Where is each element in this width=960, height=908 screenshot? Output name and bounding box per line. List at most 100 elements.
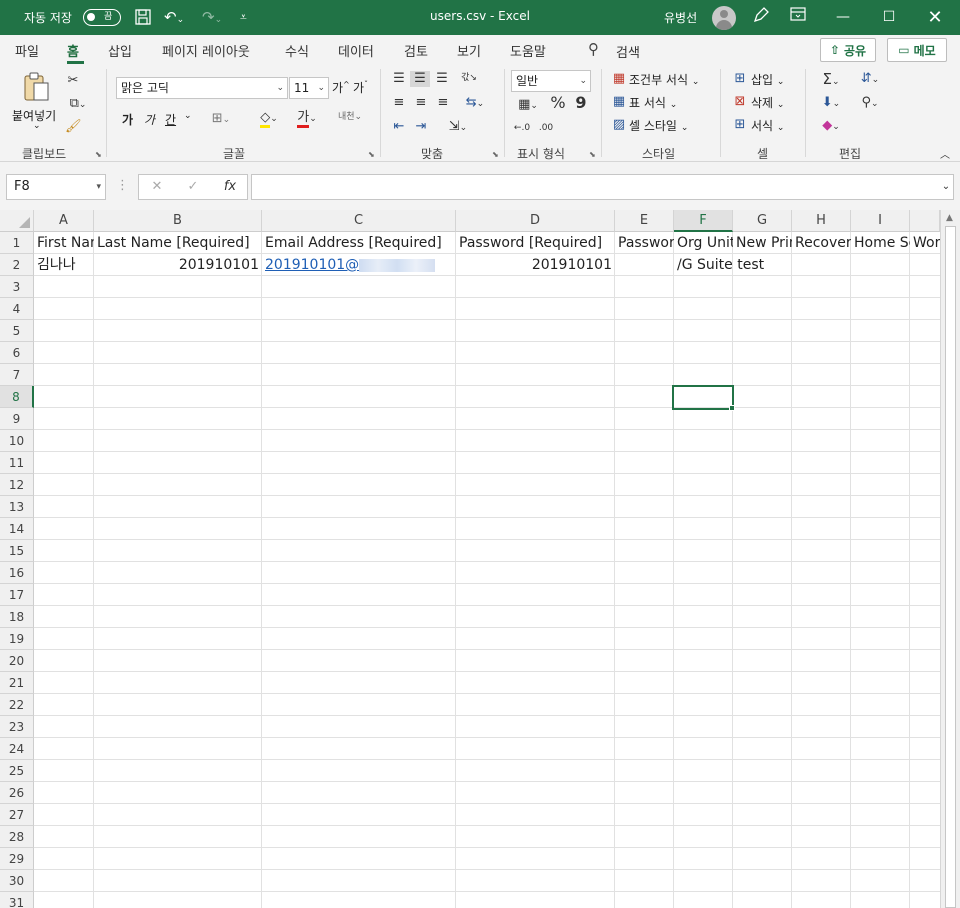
clear-icon[interactable]: ◆⌄ [816,118,846,135]
insert-function-icon[interactable]: fx [221,179,239,195]
email-link[interactable]: 201910101@ [265,257,359,273]
tab-data[interactable]: 데이터 [338,41,374,60]
format-cells-icon[interactable]: ⊞ [732,117,748,133]
cell-selection[interactable] [672,385,734,410]
tab-view[interactable]: 보기 [457,41,481,60]
font-size-select[interactable]: 11 ⌄ [289,77,329,99]
underline-button[interactable]: 간 [165,111,176,128]
save-icon[interactable] [134,8,152,30]
row-header[interactable]: 29 [0,848,34,870]
wrap-text-icon[interactable]: ⇆⌄ [458,95,492,112]
customize-toolbar-icon[interactable]: ⩡ [240,8,247,26]
cell-g1[interactable]: New Primary Email [733,232,792,254]
phonetic-icon[interactable]: 내천⌄ [333,109,367,125]
merge-center-icon[interactable]: ⇲⌄ [442,119,474,136]
cell-d1[interactable]: Password [Required] [456,232,615,254]
row-header[interactable]: 24 [0,738,34,760]
delete-cells-button[interactable]: 삭제 ⌄ [751,94,784,111]
row-header[interactable]: 16 [0,562,34,584]
scroll-up-icon[interactable]: ▲ [946,213,953,223]
percent-icon[interactable]: % [550,95,566,111]
row-header[interactable]: 9 [0,408,34,430]
align-top-icon[interactable]: ☰ [390,71,408,87]
select-all-button[interactable] [0,210,34,232]
table-format-icon[interactable]: ▦ [611,94,627,110]
row-header[interactable]: 7 [0,364,34,386]
column-header-g[interactable]: G [733,210,792,232]
cell-e1[interactable]: Password Hash Function [615,232,674,254]
row-header[interactable]: 22 [0,694,34,716]
shrink-font-button[interactable]: 가ˇ [353,79,368,96]
row-header[interactable]: 1 [0,232,34,254]
column-header-j[interactable] [910,210,940,232]
ribbon-display-icon[interactable] [786,6,810,28]
scroll-thumb[interactable] [945,226,956,908]
column-header-d[interactable]: D [456,210,615,232]
align-center-icon[interactable]: ≡ [412,95,430,111]
column-header-i[interactable]: I [851,210,910,232]
column-header-a[interactable]: A [34,210,94,232]
paste-dropdown-icon[interactable]: ⌄ [33,121,41,131]
font-launcher-icon[interactable]: ⬊ [368,150,375,159]
increase-decimal-icon[interactable]: ←.0 [512,120,532,136]
cell-style-icon[interactable]: ▨ [611,117,627,133]
increase-indent-icon[interactable]: ⇥ [412,119,430,135]
share-button[interactable]: ⇧ 공유 [820,38,876,62]
name-box[interactable]: F8 ▾ [6,174,106,200]
sort-filter-icon[interactable]: ⇵⌄ [854,71,886,88]
row-header[interactable]: 30 [0,870,34,892]
row-header[interactable]: 27 [0,804,34,826]
column-header-c[interactable]: C [262,210,456,232]
undo-icon[interactable]: ↶⌄ [164,8,184,29]
cell-f1[interactable]: Org Unit Path [674,232,733,254]
tab-page-layout[interactable]: 페이지 레이아웃 [162,41,250,60]
vertical-scrollbar[interactable]: ▲ [940,210,960,908]
find-select-icon[interactable]: ⚲⌄ [854,95,886,112]
number-format-select[interactable]: 일반 ⌄ [511,70,591,92]
conditional-format-icon[interactable]: ▦ [611,71,627,87]
align-left-icon[interactable]: ≡ [390,95,408,111]
row-header[interactable]: 15 [0,540,34,562]
row-header[interactable]: 10 [0,430,34,452]
row-header[interactable]: 21 [0,672,34,694]
number-launcher-icon[interactable]: ⬊ [589,150,596,159]
align-middle-icon[interactable]: ☰ [410,71,430,87]
tab-help[interactable]: 도움말 [510,41,546,60]
cut-icon[interactable]: ✂ [66,73,80,89]
row-header[interactable]: 5 [0,320,34,342]
format-painter-icon[interactable]: 🖌 [65,119,82,135]
column-header-h[interactable]: H [792,210,851,232]
row-header[interactable]: 8 [0,386,34,408]
cell-style-button[interactable]: 셀 스타일 ⌄ [629,117,688,134]
cell-i1[interactable]: Home Secondary Email [851,232,910,254]
more-options-icon[interactable]: ⋮ [116,178,129,194]
row-header[interactable]: 14 [0,518,34,540]
column-header-e[interactable]: E [615,210,674,232]
formula-input[interactable] [251,174,954,200]
maximize-button[interactable]: ☐ [866,0,912,35]
row-header[interactable]: 20 [0,650,34,672]
delete-cells-icon[interactable]: ⊠ [732,94,748,110]
align-bottom-icon[interactable]: ☰ [433,71,451,87]
row-header[interactable]: 26 [0,782,34,804]
autosave-toggle[interactable]: 끔 [83,9,121,26]
row-header[interactable]: 17 [0,584,34,606]
fill-handle[interactable] [729,405,735,411]
enter-icon[interactable]: ✓ [185,179,201,195]
bold-button[interactable]: 가 [122,111,133,128]
border-icon[interactable]: ⊞⌄ [208,111,234,128]
column-header-b[interactable]: B [94,210,262,232]
tab-insert[interactable]: 삽입 [108,41,132,60]
column-header-f[interactable]: F [674,210,733,232]
cell-a2[interactable]: 김나나 [34,254,94,276]
row-header[interactable]: 11 [0,452,34,474]
decrease-decimal-icon[interactable]: .00 [536,120,556,136]
tab-home[interactable]: 홈 [67,41,79,60]
minimize-button[interactable]: — [820,0,866,35]
font-color-icon[interactable]: 가⌄ [292,110,322,128]
tab-file[interactable]: 파일 [15,41,39,60]
row-header[interactable]: 23 [0,716,34,738]
alignment-launcher-icon[interactable]: ⬊ [492,150,499,159]
insert-cells-button[interactable]: 삽입 ⌄ [751,71,784,88]
row-header[interactable]: 3 [0,276,34,298]
